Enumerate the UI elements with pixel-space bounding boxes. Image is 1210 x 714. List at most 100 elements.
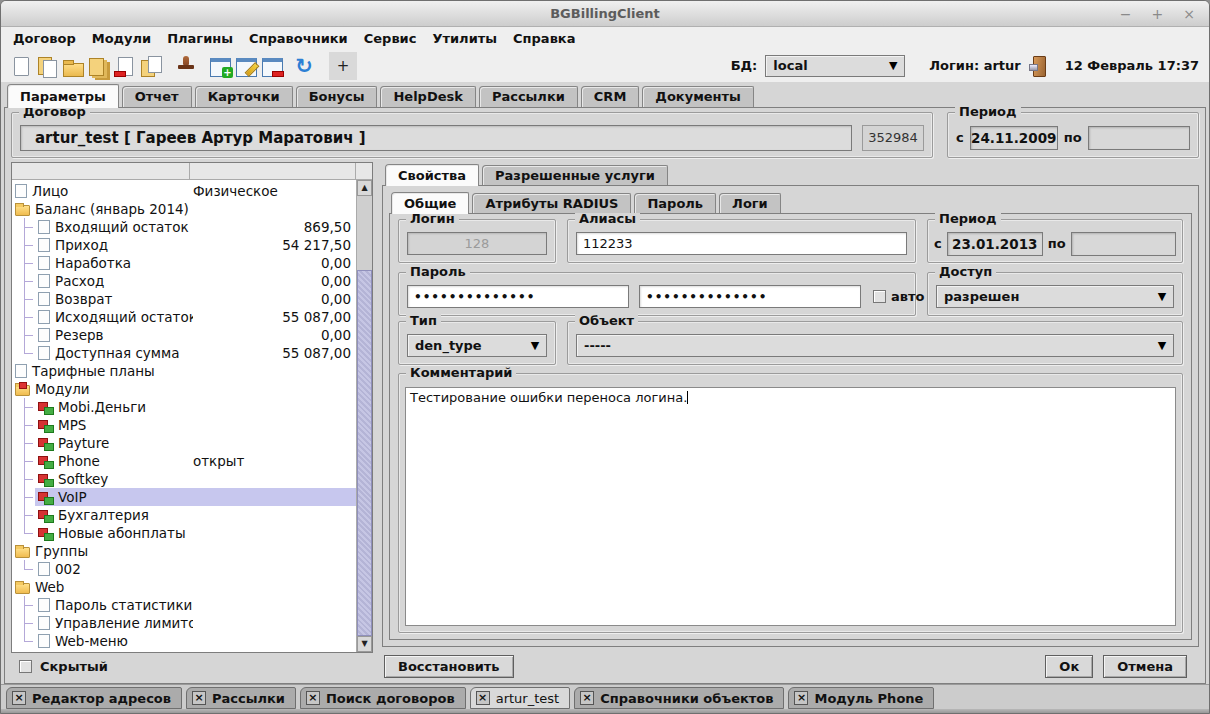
tree-row[interactable]: Web	[12, 578, 372, 596]
copy-document-icon[interactable]	[35, 54, 59, 78]
remove-document-icon[interactable]	[113, 54, 137, 78]
access-select[interactable]: разрешен▼	[936, 285, 1174, 308]
menu-item[interactable]: Плагины	[159, 31, 241, 46]
scrollbar-track[interactable]	[357, 196, 372, 636]
tree-row[interactable]: Бухгалтерия	[12, 506, 372, 524]
open-folder-icon[interactable]	[61, 54, 85, 78]
main-tab[interactable]: Документы	[642, 86, 754, 107]
menu-item[interactable]: Справка	[505, 31, 583, 46]
refresh-icon[interactable]: ↻	[292, 54, 316, 78]
add-tab-button[interactable]: +	[329, 52, 357, 80]
password-field-1[interactable]: ••••••••••••••	[407, 285, 629, 308]
workspace-tab[interactable]: × Редактор адресов	[6, 687, 182, 709]
tree-row[interactable]: Модули	[12, 380, 372, 398]
type-select[interactable]: den_type▼	[407, 334, 547, 357]
tree-row[interactable]: Резерв 0,00	[12, 326, 372, 344]
main-tab[interactable]: Параметры	[7, 84, 119, 108]
close-tab-icon[interactable]: ×	[306, 691, 320, 705]
stamp-icon[interactable]	[174, 54, 198, 78]
period-to-field[interactable]	[1071, 232, 1176, 256]
tree-row[interactable]: Лицо Физическое	[12, 182, 372, 200]
scrollbar-thumb[interactable]	[357, 270, 372, 636]
tree-row[interactable]: 002	[12, 560, 372, 578]
window-add-icon[interactable]	[209, 54, 233, 78]
auto-checkbox[interactable]	[873, 290, 886, 303]
tree-row[interactable]: Расход 0,00	[12, 272, 372, 290]
close-button[interactable]: ×	[1183, 6, 1195, 22]
hidden-checkbox[interactable]	[19, 660, 32, 673]
menu-item[interactable]: Модули	[84, 31, 159, 46]
tree-row[interactable]: Новые абонплаты	[12, 524, 372, 542]
right-tab[interactable]: Свойства	[385, 164, 479, 186]
tree-row[interactable]: Наработка 0,00	[12, 254, 372, 272]
restore-button[interactable]: Восстановить	[384, 655, 514, 678]
menu-item[interactable]: Договор	[5, 31, 84, 46]
close-tab-icon[interactable]: ×	[794, 691, 808, 705]
inner-tab[interactable]: Пароль	[634, 193, 716, 213]
workspace-tab[interactable]: × artur_test	[470, 687, 570, 709]
comment-textarea[interactable]: Тестирование ошибки переноса логина.	[405, 387, 1176, 626]
close-tab-icon[interactable]: ×	[580, 691, 594, 705]
workspace-tab[interactable]: × Рассылки	[186, 687, 296, 709]
scroll-up-icon[interactable]: ▲	[357, 180, 372, 196]
inner-tab[interactable]: Логи	[719, 193, 781, 213]
transfer-documents-icon[interactable]	[139, 54, 163, 78]
workspace-tab[interactable]: × Модуль Phone	[788, 687, 934, 709]
tree-row[interactable]	[12, 650, 372, 652]
window-edit-icon[interactable]	[235, 54, 259, 78]
ok-button[interactable]: Ок	[1045, 655, 1093, 678]
contract-period-to-field[interactable]	[1088, 126, 1190, 150]
maximize-button[interactable]: +	[1152, 6, 1164, 22]
tree-row[interactable]: Softkey	[12, 470, 372, 488]
tree-row[interactable]: Тарифные планы	[12, 362, 372, 380]
menu-item[interactable]: Справочники	[241, 31, 356, 46]
db-select[interactable]: local▼	[765, 55, 905, 77]
workspace-tab[interactable]: × Поиск договоров	[300, 687, 466, 709]
menu-item[interactable]: Утилиты	[424, 31, 505, 46]
contract-title-field[interactable]: artur_test [ Гареев Артур Маратович ]	[20, 125, 852, 151]
close-tab-icon[interactable]: ×	[476, 691, 490, 705]
main-tab[interactable]: Карточки	[195, 86, 293, 107]
workspace-tab[interactable]: × Справочники объектов	[574, 687, 784, 709]
alias-field[interactable]: 112233	[576, 232, 907, 255]
object-select[interactable]: -----▼	[576, 334, 1174, 357]
right-tab[interactable]: Разрешенные услуги	[482, 165, 668, 185]
tree-header-col2[interactable]	[190, 163, 356, 180]
contract-id-field[interactable]: 352984	[862, 125, 924, 151]
close-tab-icon[interactable]: ×	[12, 691, 26, 705]
tree-scrollbar[interactable]: ▲ ▼	[356, 180, 372, 652]
tree-row[interactable]: Доступная сумма 55 087,00	[12, 344, 372, 362]
close-tab-icon[interactable]: ×	[192, 691, 206, 705]
main-tab[interactable]: Рассылки	[479, 86, 578, 107]
tree-row[interactable]: Payture	[12, 434, 372, 452]
new-document-icon[interactable]	[9, 54, 33, 78]
main-tab[interactable]: HelpDesk	[380, 86, 475, 107]
tree-row[interactable]: Пароль статистики	[12, 596, 372, 614]
window-remove-icon[interactable]	[261, 54, 285, 78]
tree-row[interactable]: Баланс (январь 2014)	[12, 200, 372, 218]
inner-tab[interactable]: Атрибуты RADIUS	[472, 193, 631, 213]
tree-row[interactable]: Приход 54 217,50	[12, 236, 372, 254]
scroll-down-icon[interactable]: ▼	[357, 636, 372, 652]
logout-door-icon[interactable]	[1029, 56, 1045, 75]
contract-period-from-field[interactable]: 24.11.2009	[970, 126, 1058, 150]
tree-row[interactable]: Web-меню	[12, 632, 372, 650]
tree-row[interactable]: Phone открыт	[12, 452, 372, 470]
tree-row[interactable]: MPS	[12, 416, 372, 434]
tree-row[interactable]: Группы	[12, 542, 372, 560]
panel-splitter[interactable]	[373, 162, 382, 679]
main-tab[interactable]: Отчет	[122, 86, 192, 107]
password-field-2[interactable]: ••••••••••••••	[639, 285, 861, 308]
menu-item[interactable]: Сервис	[356, 31, 425, 46]
main-tab[interactable]: Бонусы	[296, 86, 378, 107]
period-from-field[interactable]: 23.01.2013	[947, 232, 1043, 256]
tree-row[interactable]: Mobi.Деньги	[12, 398, 372, 416]
documents-stack-icon[interactable]	[87, 54, 111, 78]
tree-row[interactable]: Исходящий остаток 55 087,00	[12, 308, 372, 326]
tree-header-col1[interactable]	[12, 163, 190, 180]
main-tab[interactable]: CRM	[581, 86, 640, 107]
title-bar[interactable]: BGBillingClient − + ×	[1, 1, 1209, 27]
minimize-button[interactable]: −	[1120, 6, 1132, 22]
tree-row[interactable]: Управление лимито	[12, 614, 372, 632]
tree-row[interactable]: Входящий остаток 869,50	[12, 218, 372, 236]
